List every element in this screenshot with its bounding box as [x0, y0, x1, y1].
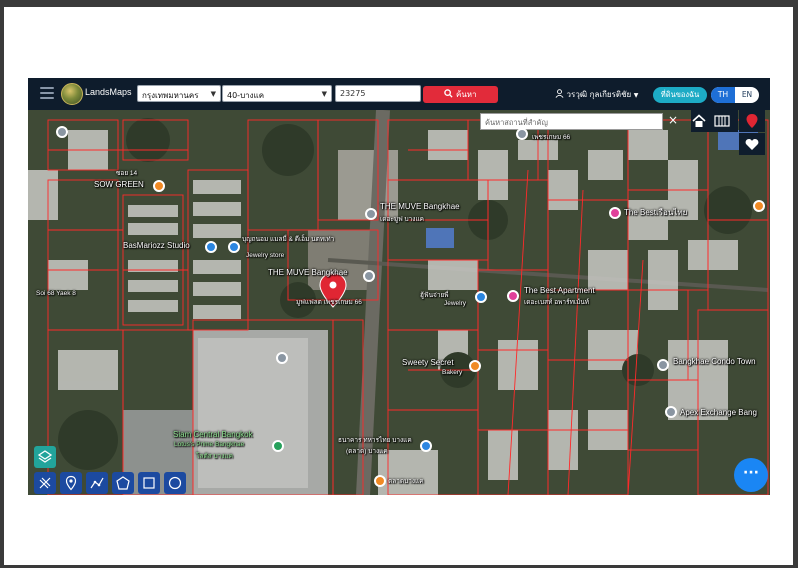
- brand-name: LandsMaps: [85, 87, 132, 97]
- map-pin-icon[interactable]: [365, 208, 377, 220]
- landsmaps-app: LandsMaps กรุงเทพมหานคร ▼ 40-บางแค ▼ 232…: [28, 78, 770, 495]
- map-label: Bangkhae Condo Town: [673, 357, 756, 366]
- map-pin-icon[interactable]: [469, 360, 481, 372]
- circle-tool-button[interactable]: [164, 472, 186, 494]
- lang-th-button[interactable]: TH: [711, 87, 735, 103]
- map-pin-icon[interactable]: [228, 241, 240, 253]
- map-label: Siam Central Bangkok: [173, 430, 253, 439]
- polygon-tool-button[interactable]: [112, 472, 134, 494]
- map-label: Jewelry store: [246, 252, 285, 259]
- chevron-down-icon: ▼: [321, 90, 327, 98]
- chevron-down-icon: ▼: [633, 92, 639, 99]
- layers-icon: [37, 450, 53, 463]
- parcel-number-value: 23275: [340, 89, 366, 98]
- heart-icon: [745, 139, 759, 150]
- map-label: Bakery: [442, 369, 463, 376]
- map-pin-icon[interactable]: [475, 291, 487, 303]
- parcel-number-input[interactable]: 23275: [335, 85, 421, 102]
- home-icon: [692, 114, 706, 127]
- map-label: ตลาดบางแค: [388, 478, 424, 485]
- user-name: วรวุฒิ กุลเกียรติชัย: [566, 90, 632, 99]
- map-label: THE MUVE Bangkhae: [380, 202, 460, 211]
- map-label: (ตลาด) บางแค: [346, 448, 388, 455]
- search-icon: [444, 89, 453, 98]
- map-label: Lotus's Prime Bangkhae: [174, 441, 245, 448]
- map-pin-icon[interactable]: [272, 440, 284, 452]
- map-pin-icon[interactable]: [363, 270, 375, 282]
- pin-tool-button[interactable]: [60, 472, 82, 494]
- my-lands-button[interactable]: ที่ดินของฉัน: [653, 87, 707, 103]
- logo-icon: [61, 83, 83, 105]
- map-label: SOW GREEN: [94, 180, 144, 189]
- map-pin-icon[interactable]: [665, 406, 677, 418]
- chevron-down-icon: ▼: [210, 90, 216, 98]
- map-label: Apex Exchange Bang: [680, 408, 757, 417]
- map-pin-icon[interactable]: [205, 241, 217, 253]
- map-label: เดอะเบสท์ อพาร์ทเม้นท์: [524, 299, 590, 306]
- grid-button[interactable]: [714, 110, 738, 132]
- map-label: THE MUVE Bangkhae: [268, 268, 348, 277]
- satellite-map[interactable]: ค้นหาสถานที่สำคัญ × ซอย 14 SOW GREEN Bas…: [28, 110, 770, 495]
- search-button[interactable]: ค้นหา: [423, 86, 498, 103]
- top-bar: LandsMaps กรุงเทพมหานคร ▼ 40-บางแค ▼ 232…: [28, 78, 770, 110]
- layer-toggle-button[interactable]: [34, 446, 56, 468]
- search-button-label: ค้นหา: [455, 90, 477, 99]
- map-label: เดอะมูฟ บางแค: [380, 216, 425, 223]
- place-search-input[interactable]: ค้นหาสถานที่สำคัญ: [480, 113, 663, 130]
- map-pin-icon[interactable]: [657, 359, 669, 371]
- map-label: Jewelry: [444, 300, 467, 307]
- map-label: Sweety Secret: [402, 358, 454, 367]
- map-label: ฮู้ฟันจ่ายพี่: [420, 292, 449, 299]
- favorite-button[interactable]: [739, 133, 765, 155]
- map-label: The Best Apartment: [524, 286, 595, 295]
- rectangle-tool-button[interactable]: [138, 472, 160, 494]
- province-value: กรุงเทพมหานคร: [142, 91, 199, 100]
- map-label: ซอย 14: [116, 170, 138, 177]
- map-pin-icon[interactable]: [374, 475, 386, 487]
- layers-icon: [746, 114, 758, 128]
- polygon-icon: [116, 476, 130, 490]
- map-pin-icon[interactable]: [507, 290, 519, 302]
- map-label: Soi 68 Yaek 8: [36, 290, 76, 297]
- map-label: BasMariozz Studio: [123, 241, 190, 250]
- home-button[interactable]: [691, 110, 715, 132]
- map-pin-icon[interactable]: [56, 126, 68, 138]
- map-pin-icon[interactable]: [516, 128, 528, 140]
- measure-tool-button[interactable]: [34, 472, 56, 494]
- province-select[interactable]: กรุงเทพมหานคร ▼: [137, 85, 221, 102]
- pin-icon: [65, 475, 77, 491]
- polyline-icon: [90, 477, 104, 489]
- district-select[interactable]: 40-บางแค ▼: [222, 85, 332, 102]
- rectangle-icon: [143, 477, 155, 489]
- map-label: มูฟแฟลต เพชรเกษม 66: [296, 299, 362, 306]
- line-tool-button[interactable]: [86, 472, 108, 494]
- user-icon: [555, 89, 564, 98]
- district-value: 40-บางแค: [227, 91, 265, 100]
- map-pin-icon[interactable]: [609, 207, 621, 219]
- circle-icon: [168, 476, 182, 490]
- lang-en-button[interactable]: EN: [735, 87, 759, 103]
- layers-button[interactable]: [739, 110, 765, 132]
- map-label: The Bestเรือนไทย: [624, 208, 688, 217]
- map-pin-icon[interactable]: [420, 440, 432, 452]
- hamburger-icon[interactable]: [40, 87, 54, 99]
- ruler-icon: [39, 477, 51, 489]
- map-label: เพชรเกษม 66: [532, 134, 571, 141]
- map-label: โลตัส บางแค: [196, 453, 233, 460]
- map-pin-icon[interactable]: [276, 352, 288, 364]
- grid-icon: [714, 115, 730, 127]
- more-options-button[interactable]: ···: [734, 458, 768, 492]
- map-label: ธนาคาร ทหารไทย บางแค: [338, 437, 412, 444]
- map-label: บุญถนอม แมลมี่ & ดีเอ็ม นตทเท่า: [242, 236, 335, 243]
- close-icon[interactable]: ×: [668, 113, 678, 127]
- language-toggle: TH EN: [711, 87, 759, 103]
- map-pin-icon[interactable]: [153, 180, 165, 192]
- user-menu[interactable]: วรวุฒิ กุลเกียรติชัย ▼: [555, 88, 638, 101]
- map-pin-icon[interactable]: [753, 200, 765, 212]
